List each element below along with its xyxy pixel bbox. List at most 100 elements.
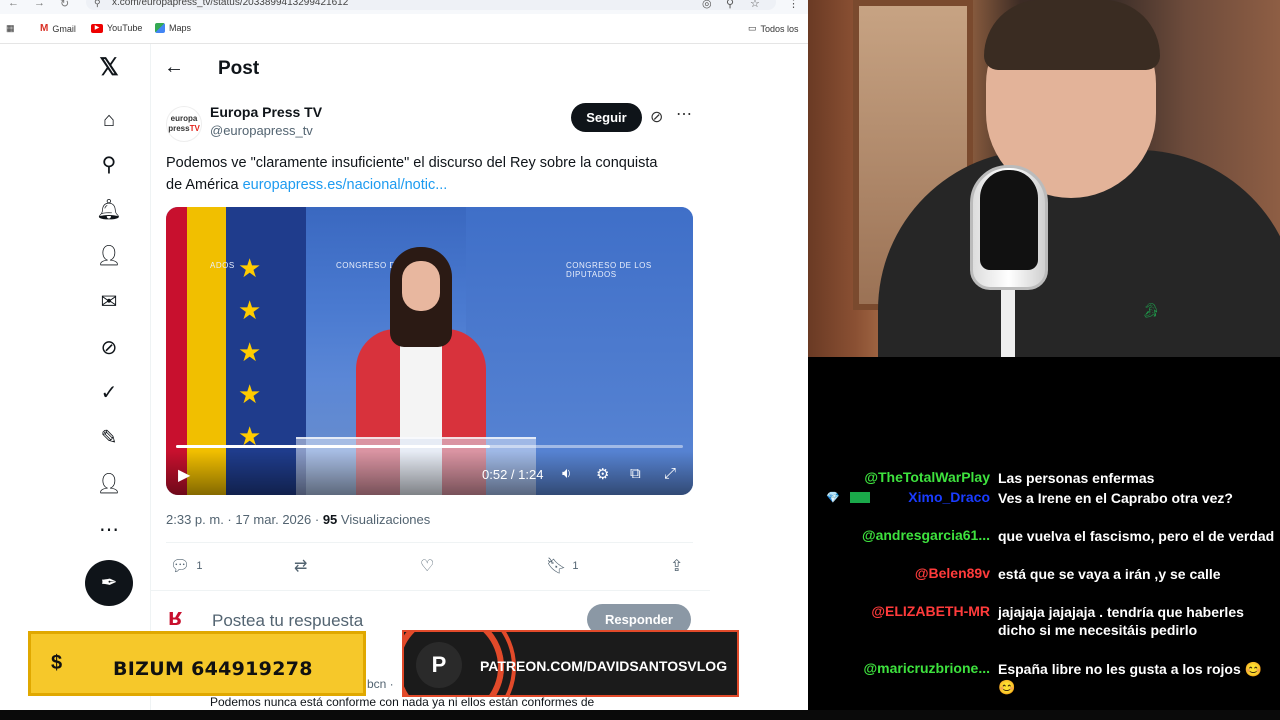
reply-action[interactable]: 💬︎ 1 bbox=[170, 556, 202, 576]
address-bar-row: ← → ↻ ⚲ x.com/europapress_tv/status/2033… bbox=[0, 0, 808, 14]
streamer-hair bbox=[984, 0, 1160, 70]
reply-icon: 💬︎ bbox=[170, 558, 191, 575]
more-options-icon[interactable]: ⋯ bbox=[96, 517, 122, 543]
post-link[interactable]: europapress.es/nacional/notic... bbox=[243, 177, 448, 193]
follow-icon[interactable]: 👤︎ bbox=[96, 243, 122, 269]
repost-icon: ⇄ bbox=[294, 558, 308, 575]
video-progress-bar[interactable] bbox=[176, 445, 683, 448]
grok-explain-icon[interactable]: ⊘ bbox=[650, 107, 663, 127]
bookmark-action[interactable]: 🔖︎ 1 bbox=[546, 556, 578, 576]
site-info-icon[interactable]: ⚲ bbox=[94, 0, 101, 9]
bookmark-gmail[interactable]: M Gmail bbox=[40, 23, 76, 34]
chat-username[interactable]: @TheTotalWarPlay bbox=[864, 469, 990, 485]
gmail-icon: M bbox=[40, 23, 49, 34]
post-meta: 2:33 p. m. · 17 mar. 2026 · 95 Visualiza… bbox=[166, 512, 431, 527]
volume-icon[interactable]: 🔉︎ bbox=[562, 465, 571, 482]
settings-gear-icon[interactable]: ⚙ bbox=[596, 465, 609, 483]
share-action[interactable]: ⇪ bbox=[670, 556, 683, 576]
youtube-icon: ▶ bbox=[91, 23, 103, 33]
video-player[interactable]: ★ ★ ★ ★ ★ ADOS CONGRESO DE CONGRESO DE LOS D… bbox=[166, 207, 693, 495]
patreon-banner: P PATREON.COM/DAVIDSANTOSVLOG bbox=[402, 630, 739, 697]
bookmark-youtube[interactable]: ▶ YouTube bbox=[91, 23, 142, 33]
back-nav-icon[interactable]: ← bbox=[8, 0, 19, 9]
divider bbox=[166, 542, 693, 543]
grok-icon[interactable]: ⊘ bbox=[96, 335, 122, 361]
chat-text: que vuelva el fascismo, pero el de verda… bbox=[998, 528, 1275, 544]
column-divider bbox=[150, 44, 151, 710]
live-chat: @TheTotalWarPlay Las personas enfermas Xim… bbox=[808, 357, 1280, 710]
chat-text: Las personas enfermas bbox=[998, 470, 1155, 486]
extension-icon[interactable]: ◎ bbox=[702, 0, 712, 10]
pip-icon[interactable]: ⧉ bbox=[630, 465, 641, 482]
compose-post-button[interactable]: ✒ bbox=[85, 560, 133, 606]
author-name[interactable]: Europa Press TV bbox=[210, 104, 322, 120]
video-time: 0:52 / 1:24 bbox=[482, 467, 544, 482]
mic-stand bbox=[1001, 290, 1015, 357]
next-reply-text: Podemos nunca está conforme con nada ya … bbox=[210, 695, 595, 709]
chat-text: jajajaja jajajaja . tendría que haberles… bbox=[998, 604, 1244, 638]
notifications-icon[interactable]: 🔔︎ bbox=[96, 197, 122, 223]
profile-icon[interactable]: 👤︎ bbox=[96, 471, 122, 497]
reload-icon[interactable]: ↻ bbox=[60, 0, 69, 10]
next-reply-handle[interactable]: bcn · bbox=[367, 677, 394, 691]
bookmarks-bar: ▦ M Gmail ▶ YouTube Maps ▭ Todos los bbox=[0, 14, 808, 44]
forward-nav-icon[interactable]: → bbox=[34, 0, 45, 9]
bottom-bar bbox=[0, 710, 1280, 720]
video-controls bbox=[166, 451, 693, 495]
url-text: x.com/europapress_tv/status/203389941329… bbox=[112, 0, 349, 8]
bizum-banner: $ BIZUM 644919278 bbox=[28, 631, 366, 696]
premium-icon[interactable]: ✎ bbox=[96, 425, 122, 451]
explore-icon[interactable]: ⚲ bbox=[96, 152, 122, 178]
reply-input[interactable]: Postea tu respuesta bbox=[212, 611, 363, 631]
chat-username[interactable]: @Belen89v bbox=[915, 565, 990, 581]
repost-action[interactable]: ⇄ bbox=[294, 556, 307, 576]
messages-icon[interactable]: ✉ bbox=[96, 289, 122, 315]
dollar-icon: $ bbox=[51, 652, 63, 674]
x-logo-icon[interactable]: 𝕏 bbox=[96, 55, 122, 81]
views-count: 95 bbox=[322, 512, 338, 527]
eu-stars: ★ ★ ★ ★ ★ bbox=[238, 253, 262, 451]
member-badge-icon: 💎 bbox=[826, 492, 840, 504]
home-icon[interactable]: ⌂ bbox=[96, 107, 122, 133]
apps-grid-icon[interactable]: ▦ bbox=[6, 23, 15, 34]
video-progress-fill bbox=[176, 445, 491, 448]
video-banner-far-left: ADOS bbox=[210, 261, 235, 270]
bookmark-maps[interactable]: Maps bbox=[155, 23, 191, 33]
verified-icon[interactable]: ✓ bbox=[96, 380, 122, 406]
chat-username[interactable]: Ximo_Draco bbox=[908, 489, 990, 505]
post-text: Podemos ve "claramente insuficiente" el … bbox=[166, 155, 658, 193]
chat-username[interactable]: @andresgarcia61... bbox=[862, 527, 990, 543]
menu-icon[interactable]: ⋮ bbox=[788, 0, 799, 10]
chat-text: está que se vaya a irán ,y se calle bbox=[998, 566, 1221, 582]
chat-username[interactable]: @maricruzbrione... bbox=[864, 660, 990, 676]
webcam-feed: 🐊︎ bbox=[808, 0, 1280, 357]
post-more-icon[interactable]: ⋯ bbox=[676, 104, 692, 124]
chat-text: Ves a Irene en el Caprabo otra vez? bbox=[998, 490, 1233, 506]
author-avatar[interactable]: europa pressTV bbox=[166, 106, 202, 142]
follow-button[interactable]: Seguir bbox=[571, 103, 642, 132]
page-title: Post bbox=[218, 58, 260, 79]
like-action[interactable]: ♡ bbox=[420, 556, 434, 576]
zoom-icon[interactable]: ⚲ bbox=[726, 0, 734, 10]
back-arrow-icon[interactable]: ← bbox=[164, 56, 184, 79]
bookmark-icon: 🔖︎ bbox=[546, 558, 567, 575]
patreon-icon: P bbox=[416, 642, 462, 688]
maps-icon bbox=[155, 23, 165, 33]
crocodile-logo-icon: 🐊︎ bbox=[1142, 302, 1160, 318]
video-banner-right: CONGRESO DE LOS DIPUTADOS bbox=[566, 261, 652, 279]
chat-text: España libre no les gusta a los rojos 😊 … bbox=[998, 661, 1263, 695]
divider bbox=[150, 590, 710, 591]
patreon-text: PATREON.COM/DAVIDSANTOSVLOG bbox=[480, 658, 728, 674]
bookmark-star-icon[interactable]: ☆ bbox=[750, 0, 760, 10]
heart-icon: ♡ bbox=[420, 558, 435, 575]
share-icon: ⇪ bbox=[670, 558, 684, 575]
author-handle[interactable]: @europapress_tv bbox=[210, 123, 313, 138]
url-field[interactable]: ⚲ x.com/europapress_tv/status/2033899413… bbox=[86, 0, 776, 10]
fullscreen-icon[interactable]: ⤢ bbox=[664, 465, 676, 482]
folder-icon: ▭ bbox=[748, 23, 757, 33]
browser-window: ← → ↻ ⚲ x.com/europapress_tv/status/2033… bbox=[0, 0, 808, 710]
all-bookmarks[interactable]: ▭ Todos los bbox=[748, 23, 799, 34]
flag-badge-icon bbox=[850, 492, 870, 503]
play-icon[interactable]: ▶ bbox=[178, 465, 190, 485]
chat-username[interactable]: @ELIZABETH-MR bbox=[871, 603, 990, 619]
